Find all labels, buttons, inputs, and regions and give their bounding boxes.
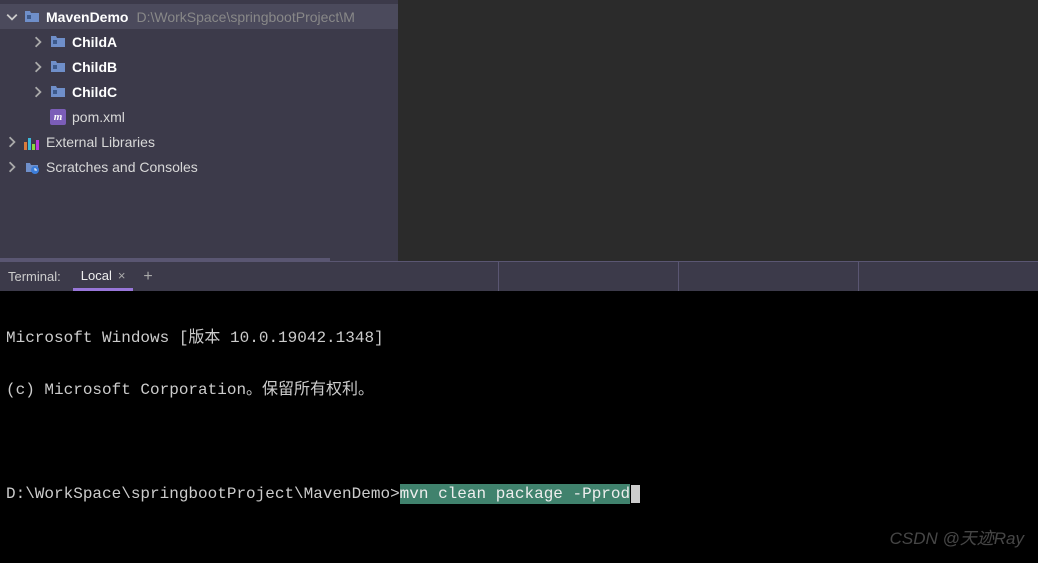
maven-icon: m <box>50 109 66 125</box>
tree-root-row[interactable]: MavenDemo D:\WorkSpace\springbootProject… <box>0 4 398 29</box>
tree-scratches-row[interactable]: Scratches and Consoles <box>0 154 398 179</box>
tree-child-row[interactable]: ChildB <box>0 54 398 79</box>
terminal-label: Terminal: <box>0 269 73 284</box>
terminal-line: Microsoft Windows [版本 10.0.19042.1348] <box>6 325 1032 351</box>
chevron-right-icon[interactable] <box>6 161 18 173</box>
folder-icon <box>24 9 40 25</box>
tree-child-row[interactable]: ChildA <box>0 29 398 54</box>
terminal-tab-local[interactable]: Local × <box>73 262 134 291</box>
tree-item-label: ChildA <box>72 34 117 50</box>
folder-icon <box>50 84 66 100</box>
tree-item-label: Scratches and Consoles <box>46 159 198 175</box>
tab-dividers <box>498 262 1038 291</box>
tree-child-row[interactable]: ChildC <box>0 79 398 104</box>
terminal-body[interactable]: Microsoft Windows [版本 10.0.19042.1348] (… <box>0 291 1038 563</box>
library-icon <box>24 134 40 150</box>
close-icon[interactable]: × <box>118 268 126 283</box>
terminal-prompt-line: D:\WorkSpace\springbootProject\MavenDemo… <box>6 481 1032 507</box>
scratch-icon <box>24 159 40 175</box>
terminal-line: (c) Microsoft Corporation。保留所有权利。 <box>6 377 1032 403</box>
tab-label: Local <box>81 268 112 283</box>
terminal-command: mvn clean package -Pprod <box>400 484 630 504</box>
tree-root-path: D:\WorkSpace\springbootProject\M <box>136 9 354 25</box>
chevron-right-icon[interactable] <box>32 36 44 48</box>
cursor <box>631 485 640 503</box>
folder-icon <box>50 59 66 75</box>
terminal-tabs-bar: Terminal: Local × + <box>0 261 1038 291</box>
terminal-prompt: D:\WorkSpace\springbootProject\MavenDemo… <box>6 485 400 503</box>
tree-item-label: ChildC <box>72 84 117 100</box>
tree-item-label: ChildB <box>72 59 117 75</box>
tree-item-label: pom.xml <box>72 109 125 125</box>
chevron-down-icon[interactable] <box>6 11 18 23</box>
tree-item-label: External Libraries <box>46 134 155 150</box>
chevron-right-icon[interactable] <box>6 136 18 148</box>
editor-area <box>398 0 1038 261</box>
folder-icon <box>50 34 66 50</box>
chevron-right-icon[interactable] <box>32 86 44 98</box>
tree-libs-row[interactable]: External Libraries <box>0 129 398 154</box>
project-tree-panel: MavenDemo D:\WorkSpace\springbootProject… <box>0 0 398 261</box>
tree-pom-row[interactable]: m pom.xml <box>0 104 398 129</box>
terminal-line <box>6 429 1032 455</box>
chevron-right-icon[interactable] <box>32 61 44 73</box>
tree-root-label: MavenDemo <box>46 9 128 25</box>
add-tab-button[interactable]: + <box>133 268 162 286</box>
